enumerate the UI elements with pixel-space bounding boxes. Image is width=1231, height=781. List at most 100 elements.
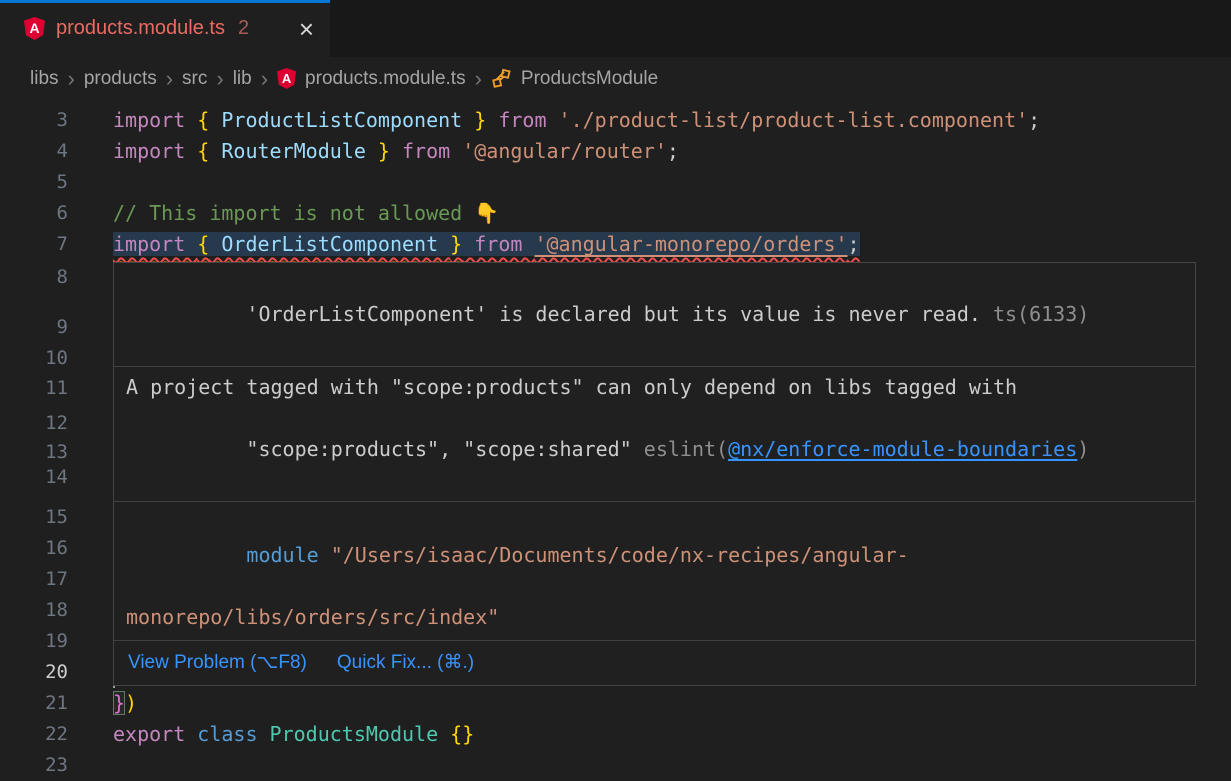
hover-message-eslint: A project tagged with "scope:products" c… bbox=[114, 367, 1195, 502]
code-token: RouterModule bbox=[209, 139, 378, 163]
line-number: 18 bbox=[0, 595, 68, 626]
breadcrumb-item-symbol[interactable]: ProductsModule bbox=[521, 68, 658, 90]
code-content: // This import is not allowed 👇 bbox=[68, 198, 499, 229]
code-line-4[interactable]: 4import { RouterModule } from '@angular/… bbox=[0, 136, 1231, 167]
code-token: from bbox=[390, 139, 462, 163]
angular-file-icon: A bbox=[277, 68, 296, 89]
code-lines-top: 3import { ProductListComponent } from '.… bbox=[0, 105, 1231, 260]
module-path-line2: monorepo/libs/orders/src/index" bbox=[126, 602, 1183, 633]
code-content: import { ProductListComponent } from './… bbox=[68, 105, 1040, 136]
code-token: { bbox=[197, 232, 209, 256]
line-number: 23 bbox=[0, 750, 68, 781]
code-line-22[interactable]: 22export class ProductsModule {} bbox=[0, 719, 1231, 750]
hover-zone: 891011121314 'OrderListComponent' is dec… bbox=[0, 260, 1231, 502]
error-highlight-span: import { OrderListComponent } from '@ang… bbox=[113, 232, 860, 256]
tab-products-module[interactable]: A products.module.ts 2 × bbox=[0, 0, 330, 57]
code-content: import { OrderListComponent } from '@ang… bbox=[68, 229, 860, 260]
code-token: ProductsModule bbox=[270, 722, 451, 746]
line-number: 4 bbox=[0, 136, 68, 167]
chevron-right-icon: › bbox=[68, 69, 75, 88]
code-line-23[interactable]: 23 bbox=[0, 750, 1231, 781]
code-token: './product-list/product-list.component' bbox=[559, 108, 1029, 132]
code-token: ; bbox=[1028, 108, 1040, 132]
code-token: ; bbox=[667, 139, 679, 163]
code-line-7[interactable]: 7 import { OrderListComponent } from '@an… bbox=[0, 229, 1231, 260]
code-token: } bbox=[450, 232, 462, 256]
angular-file-icon: A bbox=[24, 17, 45, 40]
breadcrumb-item-file[interactable]: products.module.ts bbox=[305, 68, 466, 90]
line-number: 12 bbox=[0, 408, 68, 439]
breadcrumb-item-libs[interactable]: libs bbox=[30, 68, 59, 90]
code-token: from bbox=[486, 108, 558, 132]
hover-message-text: 'OrderListComponent' is declared but its… bbox=[246, 302, 981, 326]
hover-error-code: ts(6133) bbox=[981, 302, 1089, 326]
error-hover-tooltip: 'OrderListComponent' is declared but its… bbox=[113, 262, 1196, 686]
code-token: class bbox=[197, 722, 269, 746]
line-number: 16 bbox=[0, 533, 68, 564]
tab-bar: A products.module.ts 2 × bbox=[0, 0, 1231, 57]
breadcrumb-item-src[interactable]: src bbox=[182, 68, 207, 90]
code-token: ; bbox=[848, 232, 860, 256]
code-token: } bbox=[113, 691, 125, 715]
code-token: '@angular/router' bbox=[462, 139, 667, 163]
hover-message-ts: 'OrderListComponent' is declared but its… bbox=[114, 263, 1195, 367]
code-line-3[interactable]: 3import { ProductListComponent } from '.… bbox=[0, 105, 1231, 136]
line-number: 9 bbox=[0, 312, 68, 343]
code-token: import bbox=[113, 108, 197, 132]
tab-title: products.module.ts bbox=[56, 17, 225, 40]
view-problem-button[interactable]: View Problem (⌥F8) bbox=[128, 648, 307, 678]
line-number: 22 bbox=[0, 719, 68, 750]
code-token: import bbox=[113, 139, 197, 163]
hover-eslint-line2: "scope:products", "scope:shared" bbox=[246, 437, 643, 461]
code-token: export bbox=[113, 722, 197, 746]
line-number: 21 bbox=[0, 688, 68, 719]
line-number: 10 bbox=[0, 343, 68, 374]
code-line-21[interactable]: 21}) bbox=[0, 688, 1231, 719]
hover-status-bar: View Problem (⌥F8) Quick Fix... (⌘.) bbox=[114, 641, 1195, 685]
code-content: export class ProductsModule {} bbox=[68, 719, 474, 750]
line-number: 19 bbox=[0, 626, 68, 657]
code-line-5[interactable]: 5 bbox=[0, 167, 1231, 198]
breadcrumb: libs › products › src › lib › A products… bbox=[0, 57, 1231, 100]
line-number: 7 bbox=[0, 229, 68, 260]
module-keyword: module bbox=[246, 543, 318, 567]
line-number: 14 bbox=[0, 462, 68, 493]
breadcrumb-item-lib[interactable]: lib bbox=[233, 68, 252, 90]
tab-duplicate-badge: 2 bbox=[238, 17, 249, 40]
code-token: import bbox=[113, 232, 197, 256]
line-number: 20 bbox=[0, 657, 68, 688]
code-token: } bbox=[378, 139, 390, 163]
line-number: 8 bbox=[0, 262, 68, 293]
code-token: OrderListComponent bbox=[209, 232, 450, 256]
chevron-right-icon: › bbox=[216, 69, 223, 88]
code-token: } bbox=[474, 108, 486, 132]
hover-eslint-line1: A project tagged with "scope:products" c… bbox=[126, 372, 1183, 403]
code-token: ProductListComponent bbox=[209, 108, 474, 132]
code-token: { bbox=[197, 108, 209, 132]
chevron-right-icon: › bbox=[261, 69, 268, 88]
code-content: import { RouterModule } from '@angular/r… bbox=[68, 136, 679, 167]
code-token: 👇 bbox=[474, 201, 499, 225]
class-symbol-icon bbox=[491, 68, 512, 89]
code-token: { bbox=[197, 139, 209, 163]
line-number: 5 bbox=[0, 167, 68, 198]
hover-module-path: module "/Users/isaac/Documents/code/nx-r… bbox=[114, 502, 1195, 641]
code-token: {} bbox=[450, 722, 474, 746]
hover-eslint-source-open: eslint( bbox=[644, 437, 728, 461]
editor-code-area: 3import { ProductListComponent } from '.… bbox=[0, 100, 1231, 781]
line-number: 11 bbox=[0, 373, 68, 404]
code-token: '@angular-monorepo/orders' bbox=[534, 232, 847, 256]
line-number: 3 bbox=[0, 105, 68, 136]
chevron-right-icon: › bbox=[166, 69, 173, 88]
code-content: }) bbox=[68, 688, 137, 719]
line-number: 15 bbox=[0, 502, 68, 533]
quick-fix-button[interactable]: Quick Fix... (⌘.) bbox=[337, 648, 474, 678]
module-path-line1: "/Users/isaac/Documents/code/nx-recipes/… bbox=[319, 543, 909, 567]
breadcrumb-item-products[interactable]: products bbox=[84, 68, 157, 90]
close-icon[interactable]: × bbox=[299, 19, 314, 39]
eslint-rule-link[interactable]: @nx/enforce-module-boundaries bbox=[728, 437, 1077, 461]
code-line-6[interactable]: 6// This import is not allowed 👇 bbox=[0, 198, 1231, 229]
line-number: 17 bbox=[0, 564, 68, 595]
code-token: from bbox=[462, 232, 534, 256]
line-number: 6 bbox=[0, 198, 68, 229]
